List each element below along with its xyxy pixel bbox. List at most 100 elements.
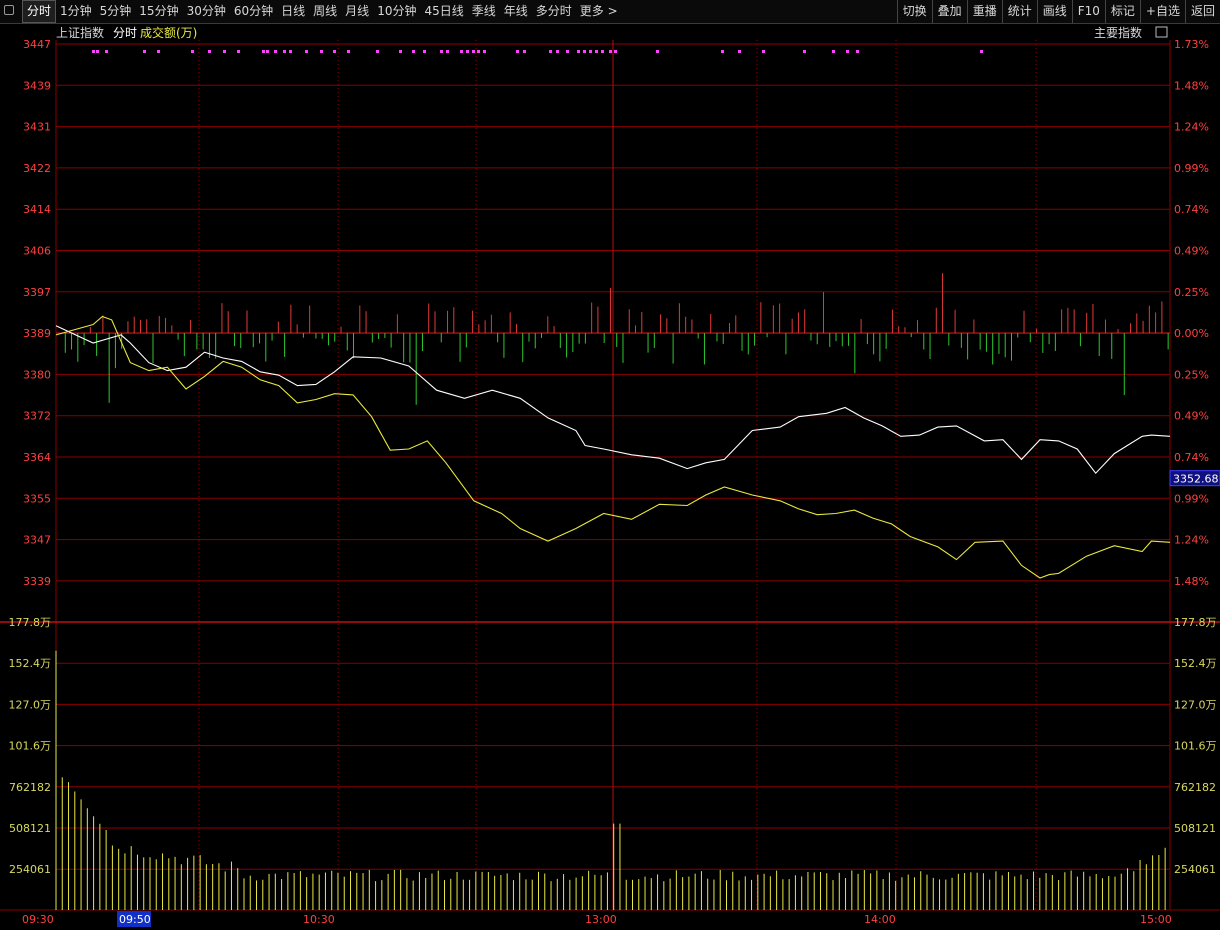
price-label-right: 1.73% — [1174, 38, 1209, 51]
volume-label-right: 101.6万 — [1174, 740, 1217, 753]
signal-marker — [556, 50, 559, 53]
mode-label: 分时 — [113, 26, 137, 40]
axis-labels: 3447 1.73% 3439 1.48% 3431 1.24% 3422 0.99% 3414… — [9, 38, 1220, 927]
period-tab-8[interactable]: 月线 — [341, 0, 373, 23]
period-tab-10[interactable]: 45日线 — [420, 0, 467, 23]
signal-marker — [399, 50, 402, 53]
signal-marker — [191, 50, 194, 53]
signal-marker — [283, 50, 286, 53]
volume-bars — [55, 650, 1166, 910]
signal-marker — [721, 50, 724, 53]
period-tab-12[interactable]: 年线 — [500, 0, 532, 23]
signal-marker — [656, 50, 659, 53]
price-label-right: 0.74% — [1174, 203, 1209, 216]
price-label-right: 0.49% — [1174, 245, 1209, 258]
volume-label-left: 127.0万 — [9, 698, 52, 711]
signal-marker — [738, 50, 741, 53]
signal-marker — [832, 50, 835, 53]
grid-lines — [0, 40, 1220, 910]
signal-marker — [92, 50, 95, 53]
period-tab-13[interactable]: 多分时 — [532, 0, 576, 23]
period-tab-3[interactable]: 15分钟 — [135, 0, 182, 23]
signal-marker — [305, 50, 308, 53]
period-tab-1[interactable]: 1分钟 — [56, 0, 96, 23]
volume-unit-label: 成交额(万) — [140, 25, 197, 40]
price-label-right: 0.00% — [1174, 327, 1209, 340]
price-label-left: 3422 — [23, 162, 51, 175]
signal-marker — [483, 50, 486, 53]
tool-button-2[interactable]: 重播 — [966, 0, 1002, 23]
signal-marker — [347, 50, 350, 53]
toolbar: 分时 1分钟 5分钟 15分钟 30分钟 60分钟 日线 周线 月线 10分钟 45日线 季线 年线 多分… — [0, 0, 1220, 24]
volume-label-right: 508121 — [1174, 822, 1216, 835]
period-tab-11[interactable]: 季线 — [468, 0, 500, 23]
signal-marker — [412, 50, 415, 53]
volume-label-left: 101.6万 — [9, 740, 52, 753]
signal-marker — [208, 50, 211, 53]
price-label-left: 3339 — [23, 575, 51, 588]
price-label-right: 0.25% — [1174, 286, 1209, 299]
signal-marker — [523, 50, 526, 53]
signal-marker — [516, 50, 519, 53]
period-tab-4[interactable]: 30分钟 — [183, 0, 230, 23]
price-label-right: 1.24% — [1174, 534, 1209, 547]
volume-label-right: 127.0万 — [1174, 698, 1217, 711]
current-price-label: 3352.68 — [1173, 473, 1219, 486]
period-tab-2[interactable]: 5分钟 — [96, 0, 136, 23]
time-label: 09:30 — [22, 913, 54, 926]
tool-button-6[interactable]: 标记 — [1104, 0, 1140, 23]
tool-button-8[interactable]: 返回 — [1184, 0, 1220, 23]
signal-markers — [92, 50, 983, 53]
tool-button-3[interactable]: 统计 — [1001, 0, 1037, 23]
signal-marker — [333, 50, 336, 53]
price-label-left: 3372 — [23, 410, 51, 423]
period-tab-6[interactable]: 日线 — [277, 0, 309, 23]
intraday-chart[interactable]: 3447 1.73% 3439 1.48% 3431 1.24% 3422 0.99% 3414… — [0, 24, 1220, 930]
time-cursor-label: 09:50 — [119, 913, 151, 926]
time-label: 14:00 — [864, 913, 896, 926]
price-label-left: 3397 — [23, 286, 51, 299]
signal-marker — [577, 50, 580, 53]
tool-button-0[interactable]: 切换 — [896, 0, 932, 23]
tool-buttons: 切换 叠加 重播 统计 画线 F10 标记 +自选 返回 — [896, 0, 1220, 23]
tool-button-7[interactable]: +自选 — [1139, 0, 1185, 23]
signal-marker — [583, 50, 586, 53]
period-tab-5[interactable]: 60分钟 — [230, 0, 277, 23]
window-menu-icon[interactable] — [4, 5, 14, 15]
signal-marker — [143, 50, 146, 53]
period-tab-9[interactable]: 10分钟 — [373, 0, 420, 23]
signal-marker — [157, 50, 160, 53]
indicator-toggle-icon[interactable] — [1155, 26, 1168, 38]
signal-marker — [549, 50, 552, 53]
time-label: 10:30 — [303, 913, 335, 926]
volume-label-left: 762182 — [9, 781, 51, 794]
signal-marker — [803, 50, 806, 53]
volume-label-left: 508121 — [9, 822, 51, 835]
signal-marker — [266, 50, 269, 53]
signal-marker — [320, 50, 323, 53]
signal-marker — [440, 50, 443, 53]
signal-marker — [237, 50, 240, 53]
period-tab-7[interactable]: 周线 — [309, 0, 341, 23]
index-name: 上证指数 — [56, 25, 104, 40]
signal-marker — [262, 50, 265, 53]
signal-marker — [614, 50, 617, 53]
tool-button-4[interactable]: 画线 — [1036, 0, 1072, 23]
period-tab-0[interactable]: 分时 — [22, 0, 57, 23]
tool-button-1[interactable]: 叠加 — [931, 0, 967, 23]
volume-label-right: 177.8万 — [1174, 616, 1217, 629]
signal-marker — [980, 50, 983, 53]
volume-label-left: 177.8万 — [9, 616, 52, 629]
indicator-label[interactable]: 主要指数 — [1094, 25, 1142, 40]
signal-marker — [566, 50, 569, 53]
signal-marker — [589, 50, 592, 53]
signal-marker — [96, 50, 99, 53]
signal-marker — [601, 50, 604, 53]
period-tab-14[interactable]: 更多 > — [576, 0, 622, 23]
tool-button-5[interactable]: F10 — [1071, 0, 1105, 23]
buy-sell-bars — [64, 273, 1169, 405]
price-label-left: 3414 — [23, 203, 51, 216]
time-label: 13:00 — [585, 913, 617, 926]
price-label-right: 1.24% — [1174, 121, 1209, 134]
price-label-left: 3380 — [23, 368, 51, 381]
